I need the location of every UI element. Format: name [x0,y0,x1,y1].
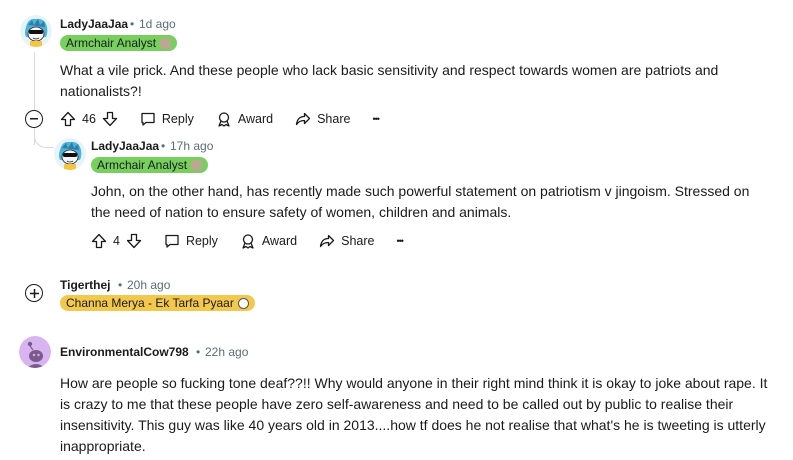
thread-line [34,52,35,110]
comment-timestamp[interactable]: 22h ago [205,345,248,359]
comment-timestamp[interactable]: 20h ago [127,278,170,292]
award-button[interactable]: Award [240,233,297,249]
user-flair: Armchair Analyst [91,157,209,173]
downvote-icon [102,111,118,127]
reply-button[interactable]: Reply [140,111,194,127]
comment-separator: • [118,278,123,292]
share-label: Share [341,234,375,248]
comment-author[interactable]: Tigerthej [60,278,110,292]
reply-label: Reply [185,234,218,248]
comment-separator: • [130,17,135,31]
upvote-button[interactable] [91,233,107,249]
share-label: Share [317,112,351,126]
comment-separator: • [196,345,201,359]
comment-body: What a vile prick. And these people who … [60,62,719,99]
award-button[interactable]: Award [216,111,273,127]
upvote-button[interactable] [60,111,76,127]
award-icon [218,112,230,127]
comment-timestamp[interactable]: 1d ago [139,17,176,31]
flair-label: Armchair Analyst [97,158,188,172]
share-button[interactable]: Share [319,233,375,249]
vote-score: 46 [82,112,96,126]
more-options-icon: ••• [396,236,405,246]
flair-emoji-icon [160,37,172,49]
vote-score: 4 [113,234,120,248]
flair-emoji-icon [191,159,203,171]
flair-emoji-icon [237,297,249,309]
upvote-icon [60,111,76,127]
avatar[interactable] [19,336,51,368]
flair-label: Armchair Analyst [66,36,157,50]
comment-body: John, on the other hand, has recently ma… [91,183,750,220]
thread-line-curve [34,128,54,148]
avatar[interactable] [20,15,52,47]
comment-actions: 46 Reply Award Share ••• [60,107,401,131]
comment-timestamp[interactable]: 17h ago [170,139,213,153]
comment-actions: 4 Reply Award Share ••• [91,229,425,253]
reply-label: Reply [161,112,194,126]
reply-button[interactable]: Reply [164,233,218,249]
user-flair: Armchair Analyst [60,35,178,51]
expand-icon[interactable] [25,284,43,302]
award-icon [242,234,254,249]
comment-author[interactable]: LadyJaaJaa [60,17,128,31]
share-button[interactable]: Share [295,111,350,127]
comment-author[interactable]: LadyJaaJaa [91,139,159,153]
award-label: Award [237,112,274,126]
more-options-button[interactable]: ••• [372,114,380,124]
user-flair: Channa Merya - Ek Tarfa Pyaar [60,295,255,311]
reply-icon [165,234,179,248]
downvote-icon [126,233,142,249]
reply-icon [141,112,155,126]
flair-label: Channa Merya - Ek Tarfa Pyaar [66,296,234,310]
avatar[interactable] [54,138,86,170]
comment-author[interactable]: EnvironmentalCow798 [60,345,189,359]
upvote-icon [91,233,107,249]
more-options-icon: ••• [372,114,380,124]
comment-separator: • [161,139,166,153]
comment-body: How are people so fucking tone deaf??!! … [60,375,768,454]
downvote-button[interactable] [102,111,118,127]
more-options-button[interactable]: ••• [396,236,405,246]
collapse-icon[interactable] [25,110,43,128]
downvote-button[interactable] [126,233,142,249]
award-label: Award [261,234,298,248]
share-icon [319,234,335,248]
share-icon [295,112,311,126]
